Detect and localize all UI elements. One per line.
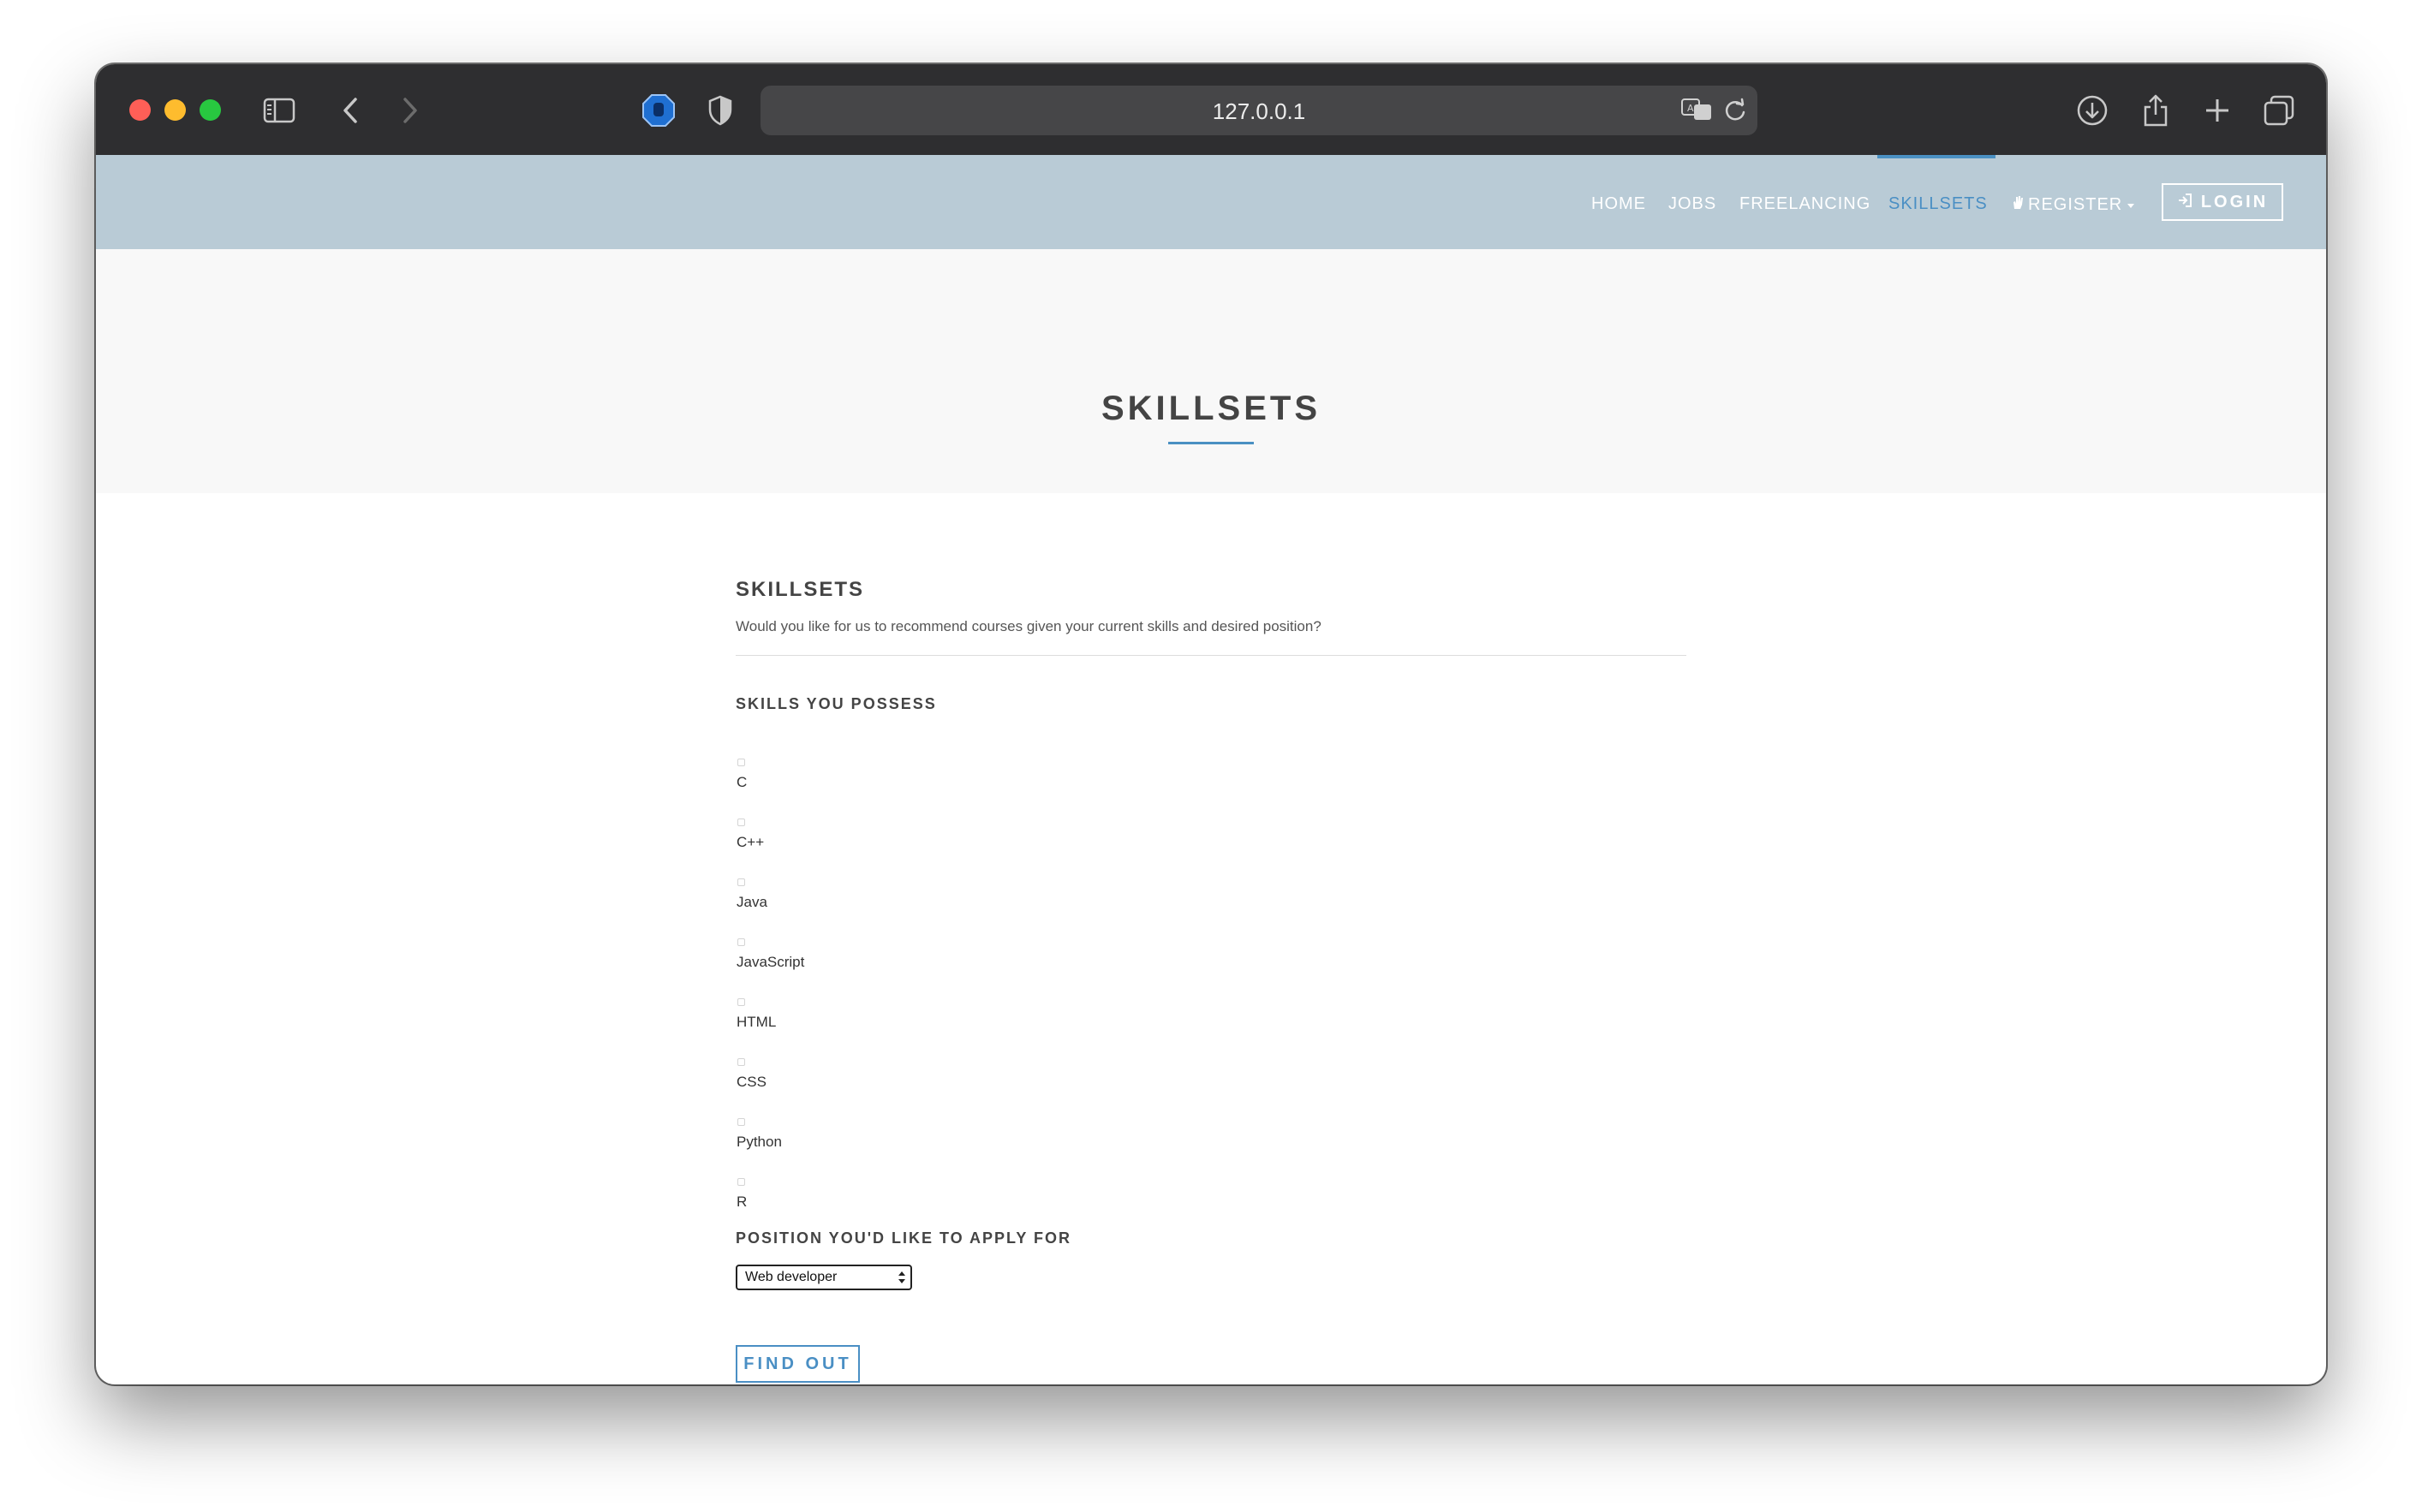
url-text: 127.0.0.1 [1212,98,1306,124]
title-underline [1168,442,1254,444]
nav-freelancing-link[interactable]: FREELANCING [1739,194,1870,214]
skill-option-java[interactable]: Java [736,878,907,921]
downloads-icon[interactable] [2074,92,2110,128]
skill-label: C [737,774,748,790]
skill-label: CSS [737,1074,767,1090]
skill-option-r[interactable]: R [736,1178,907,1221]
hand-icon [2011,194,2025,215]
section-title: SKILLSETS [736,578,865,601]
skill-option-cpp[interactable]: C++ [736,819,907,861]
position-label: POSITION YOU'D LIKE TO APPLY FOR [736,1229,1072,1247]
share-icon[interactable] [2138,92,2174,128]
position-select[interactable]: Web developer [736,1265,912,1290]
tab-overview-icon[interactable] [2261,92,2297,128]
reload-icon[interactable] [1723,98,1747,128]
skill-checkbox[interactable] [737,819,745,826]
nav-home-link[interactable]: HOME [1591,194,1646,214]
nav-register-label: REGISTER [2028,194,2123,214]
select-arrows-icon [898,1268,906,1287]
skill-label: HTML [737,1014,777,1030]
divider [736,655,1686,656]
skill-checkbox[interactable] [737,1058,745,1066]
position-selected-value: Web developer [745,1270,838,1284]
skill-option-javascript[interactable]: JavaScript [736,938,907,981]
skill-label: JavaScript [737,954,805,970]
skill-checkbox[interactable] [737,1178,745,1186]
hero-banner [96,249,2326,493]
privacy-extension-hand-icon[interactable] [641,92,677,128]
skill-option-css[interactable]: CSS [736,1058,907,1101]
page-title: SKILLSETS [1101,390,1321,427]
skill-label: Java [737,894,767,910]
skill-checkbox[interactable] [737,1118,745,1126]
nav-jobs-link[interactable]: JOBS [1668,194,1716,214]
skill-checkbox[interactable] [737,759,745,766]
active-nav-indicator [1877,155,1995,158]
translate-icon[interactable]: A [1680,96,1715,128]
address-bar[interactable]: 127.0.0.1 A [761,86,1757,135]
login-label: LOGIN [2200,192,2269,211]
skill-label: Python [737,1134,782,1150]
caret-down-icon [2126,195,2136,215]
skill-option-html[interactable]: HTML [736,998,907,1041]
nav-register-dropdown[interactable]: REGISTER [2011,194,2136,215]
sidebar-toggle-icon[interactable] [261,92,297,128]
skill-option-python[interactable]: Python [736,1118,907,1161]
section-description: Would you like for us to recommend cours… [736,618,1321,634]
close-window-button[interactable] [129,99,151,121]
sign-in-icon [2177,193,2192,212]
svg-text:A: A [1687,103,1694,114]
skill-label: R [737,1194,748,1210]
zoom-window-button[interactable] [200,99,221,121]
browser-toolbar: 127.0.0.1 A [96,64,2326,155]
skills-label: SKILLS YOU POSSESS [736,695,937,712]
forward-arrow-icon[interactable] [392,92,428,128]
browser-window: 127.0.0.1 A HOME JOBS FREELANCING SKILLS… [96,64,2326,1384]
login-button[interactable]: LOGIN [2162,183,2283,221]
skill-checkbox[interactable] [737,938,745,946]
skill-checkbox[interactable] [737,998,745,1006]
skill-option-c[interactable]: C [736,759,907,801]
shield-icon[interactable] [702,92,738,128]
skill-label: C++ [737,834,765,850]
skill-checkbox[interactable] [737,878,745,886]
find-out-button[interactable]: FIND OUT [736,1345,860,1383]
minimize-window-button[interactable] [164,99,186,121]
new-tab-plus-icon[interactable] [2199,92,2235,128]
site-navbar [96,155,2326,249]
back-arrow-icon[interactable] [332,92,368,128]
nav-skillsets-link[interactable]: SKILLSETS [1888,194,1988,214]
